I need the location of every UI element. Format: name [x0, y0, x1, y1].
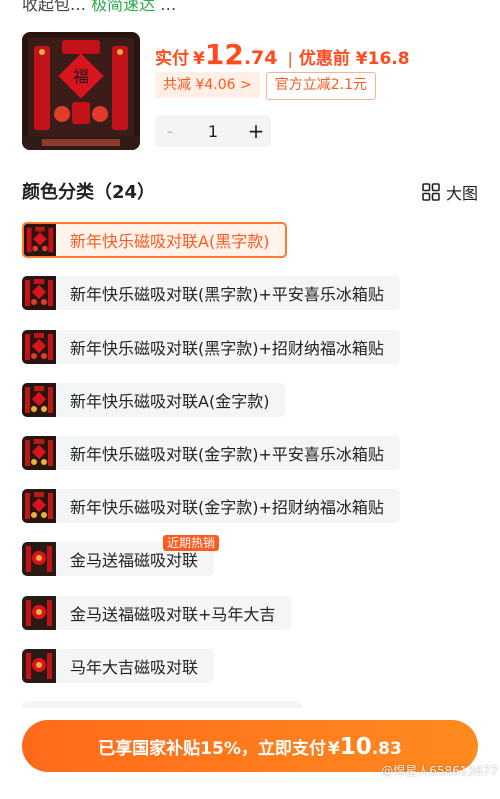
option-chip[interactable]: 新年快乐磁吸对联(黑字款)+招财纳福冰箱贴 — [22, 330, 400, 364]
option-chip-selected[interactable]: 新年快乐磁吸对联A(黑字款) — [22, 222, 288, 258]
option-thumbnail — [22, 542, 56, 576]
option-thumbnail — [22, 330, 56, 364]
cta-text: 已享国家补贴15%，立即支付 — [98, 739, 326, 759]
option-chip[interactable]: 马年大吉磁吸对联 — [22, 649, 215, 683]
option-chip[interactable]: 新年快乐磁吸对联(金字款)+平安喜乐冰箱贴 — [22, 436, 400, 470]
option-label: 新年快乐磁吸对联(金字款)+招财纳福冰箱贴 — [70, 498, 384, 517]
price-integer: 12 — [204, 38, 244, 71]
grid-icon — [422, 183, 440, 201]
price-separator: | — [287, 49, 293, 68]
big-image-label: 大图 — [445, 184, 478, 203]
cta-currency: ¥ — [327, 739, 340, 759]
option-thumbnail — [22, 489, 56, 523]
option-thumbnail — [24, 224, 56, 256]
svg-text:福: 福 — [73, 67, 89, 86]
top-text-a: 收起包… — [22, 0, 87, 12]
option-thumbnail — [22, 649, 56, 683]
price-currency: ¥ — [193, 49, 205, 69]
option-label: 新年快乐磁吸对联(黑字款)+平安喜乐冰箱贴 — [70, 285, 384, 304]
option-thumbnail — [22, 276, 56, 310]
option-label: 金马送福磁吸对联+马年大吉 — [70, 605, 276, 624]
cta-price-integer: 10 — [339, 734, 372, 760]
pay-label: 实付 — [155, 49, 189, 69]
option-label: 新年快乐磁吸对联(黑字款)+招财纳福冰箱贴 — [70, 339, 384, 358]
discount-tags: 共减 ¥4.06 > 官方立减2.1元 — [155, 72, 376, 100]
option-label: 马年大吉磁吸对联 — [70, 658, 199, 677]
price-row: 实付 ¥ 12 .74 | 优惠前 ¥16.8 — [155, 38, 410, 71]
official-discount-tag: 官方立减2.1元 — [265, 72, 376, 100]
decrease-button[interactable]: - — [155, 121, 185, 142]
total-discount-tag[interactable]: 共减 ¥4.06 > — [155, 72, 260, 98]
top-text-c: … — [160, 0, 177, 12]
option-label: 新年快乐磁吸对联A(金字款) — [70, 392, 270, 411]
increase-button[interactable]: + — [241, 119, 271, 143]
original-price: 优惠前 ¥16.8 — [298, 49, 410, 69]
option-chip[interactable]: 新年快乐磁吸对联A(金字款) — [22, 383, 286, 417]
watermark: @悍星人658613677 — [381, 764, 498, 778]
big-image-toggle[interactable]: 大图 — [422, 180, 478, 204]
hot-sale-badge: 近期热销 — [163, 535, 220, 551]
price-decimal: .74 — [243, 47, 278, 69]
color-category-title: 颜色分类（24） — [22, 182, 156, 203]
top-text-b: 极简速达 — [91, 0, 156, 12]
option-label: 新年快乐磁吸对联A(黑字款) — [70, 232, 270, 251]
top-clipped-header: 收起包… 极简速达 … — [0, 0, 500, 12]
option-label: 新年快乐磁吸对联(金字款)+平安喜乐冰箱贴 — [70, 445, 384, 464]
quantity-value[interactable]: 1 — [185, 122, 241, 141]
option-thumbnail — [22, 383, 56, 417]
option-thumbnail — [22, 596, 56, 630]
product-thumbnail[interactable]: 福 — [22, 32, 140, 150]
quantity-stepper: - 1 + — [155, 115, 271, 147]
option-chip[interactable]: 新年快乐磁吸对联(金字款)+招财纳福冰箱贴 — [22, 489, 400, 523]
cta-price-decimal: .83 — [371, 739, 402, 759]
option-thumbnail — [22, 436, 56, 470]
option-chip[interactable]: 金马送福磁吸对联+马年大吉 — [22, 596, 292, 630]
option-chip[interactable]: 新年快乐磁吸对联(黑字款)+平安喜乐冰箱贴 — [22, 276, 400, 310]
